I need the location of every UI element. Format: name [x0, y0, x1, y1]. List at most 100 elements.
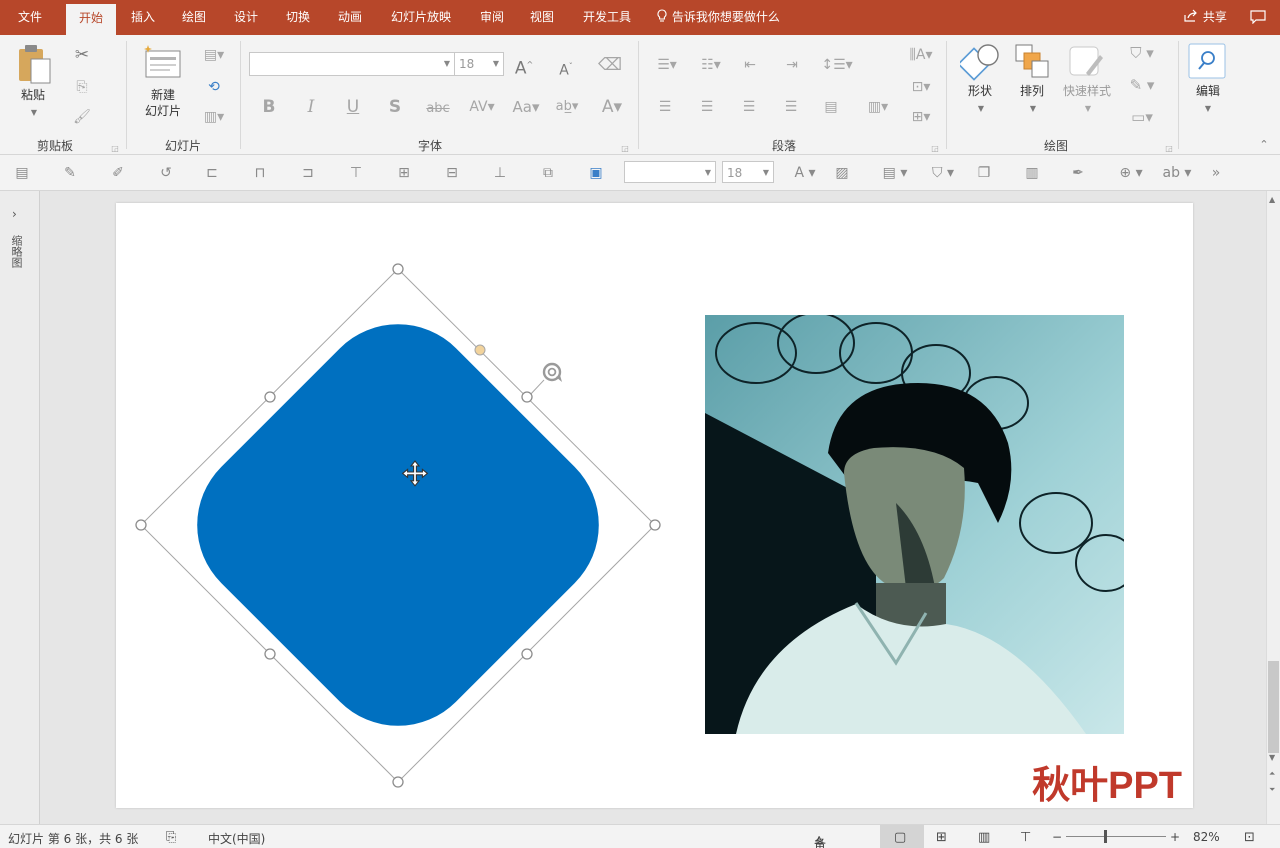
eyedropper-icon[interactable]: ✒ — [1068, 163, 1088, 183]
text-highlight-icon[interactable]: ▨ — [832, 163, 852, 183]
format-painter-icon[interactable]: 🖌 — [70, 107, 94, 127]
distributed-icon[interactable]: ▤ — [820, 97, 842, 117]
scroll-down-icon[interactable]: ▼ — [1269, 753, 1275, 762]
arrange-dropdown-icon[interactable]: ▼ — [1027, 99, 1039, 119]
new-slide-label-1[interactable]: 新建 — [134, 88, 192, 103]
align-right-icon[interactable]: ☰ — [738, 97, 760, 117]
resize-handle-top-right[interactable] — [521, 391, 533, 403]
increase-font-icon[interactable]: A^ — [512, 55, 536, 79]
reset-icon[interactable]: ⟲ — [200, 77, 228, 97]
resize-handle-top-left[interactable] — [264, 391, 276, 403]
search-icon[interactable] — [1188, 43, 1226, 79]
resize-handle-bottom-left[interactable] — [264, 648, 276, 660]
tab-view[interactable]: 视图 — [520, 0, 564, 35]
layout-icon[interactable]: ▤▾ — [200, 45, 228, 65]
shapes-dropdown-icon[interactable]: ▼ — [975, 99, 987, 119]
scroll-up-icon[interactable]: ▲ — [1269, 195, 1275, 204]
change-case-icon[interactable]: Aa▾ — [510, 97, 542, 117]
language-status[interactable]: 中文(中国) — [208, 830, 265, 847]
tab-file[interactable]: 文件 — [0, 0, 60, 35]
zoom-out-icon[interactable]: − — [1052, 830, 1062, 844]
save-icon[interactable]: ▣ — [586, 163, 606, 183]
cut-icon[interactable]: ✂ — [70, 45, 94, 65]
text-box-icon[interactable]: ▤ — [12, 163, 32, 183]
smartart-icon[interactable]: ⊞▾ — [906, 107, 936, 127]
text-direction-icon[interactable]: ⫼A▾ — [906, 45, 936, 65]
zoom-slider-thumb[interactable] — [1104, 830, 1107, 843]
font-name-combo[interactable]: ▼ — [249, 52, 455, 76]
shapes-icon[interactable] — [960, 43, 1002, 81]
decrease-indent-icon[interactable]: ⇤ — [738, 55, 762, 75]
font-color-icon[interactable]: A▾ — [596, 97, 628, 117]
font-size-combo[interactable]: 18 ▼ — [454, 52, 504, 76]
increase-indent-icon[interactable]: ⇥ — [780, 55, 804, 75]
tab-animations[interactable]: 动画 — [328, 0, 372, 35]
shape-fill-icon[interactable]: ⛉ ▾ — [926, 163, 960, 183]
clear-formatting-icon[interactable]: ⌫ — [598, 55, 622, 75]
adjust-handle[interactable] — [474, 344, 486, 356]
paste-label[interactable]: 粘贴 — [10, 88, 56, 103]
justify-icon[interactable]: ☰ — [780, 97, 802, 117]
font-color-icon[interactable]: A ▾ — [788, 163, 822, 183]
quick-styles-label[interactable]: 快速样式 — [1056, 84, 1118, 99]
bring-forward-icon[interactable]: ❐ — [974, 163, 994, 183]
numbering-icon[interactable]: ☷▾ — [694, 55, 728, 75]
rotate-icon[interactable]: ↺ — [156, 163, 176, 183]
merge-shapes-icon[interactable]: ⊕ ▾ — [1114, 163, 1148, 183]
paste-dropdown-icon[interactable]: ▼ — [28, 103, 40, 123]
slideshow-view-icon[interactable]: ⊤ — [1020, 830, 1031, 845]
align-center-icon[interactable]: ⊓ — [250, 163, 270, 183]
bullets-icon[interactable]: ☰▾ — [650, 55, 684, 75]
quick-styles-dropdown-icon[interactable]: ▼ — [1082, 99, 1094, 119]
collapse-ribbon-icon[interactable]: ⌃ — [1256, 135, 1272, 155]
rotate-handle-icon[interactable] — [528, 362, 562, 397]
paste-icon[interactable] — [16, 43, 54, 87]
scrollbar-thumb[interactable] — [1268, 661, 1279, 753]
tab-home[interactable]: 开始 — [66, 4, 116, 35]
new-slide-icon[interactable] — [142, 43, 184, 83]
resize-handle-top[interactable] — [392, 263, 404, 275]
rounded-diamond-shape[interactable] — [163, 290, 633, 760]
quick-styles-icon[interactable] — [1066, 43, 1106, 81]
align-text-icon[interactable]: ⊡▾ — [906, 77, 936, 97]
align-top-icon[interactable]: ⊤ — [346, 163, 366, 183]
resize-handle-right[interactable] — [649, 519, 661, 531]
editing-dropdown-icon[interactable]: ▼ — [1202, 99, 1214, 119]
align-left-icon[interactable]: ☰ — [654, 97, 676, 117]
resize-handle-left[interactable] — [135, 519, 147, 531]
brush-icon[interactable]: ✐ — [108, 163, 128, 183]
tab-design[interactable]: 设计 — [224, 0, 268, 35]
shape-outline-icon[interactable]: ✎ ▾ — [1122, 75, 1162, 95]
distribute-icon[interactable]: ⊟ — [442, 163, 462, 183]
resize-handle-bottom[interactable] — [392, 776, 404, 788]
fit-to-window-icon[interactable]: ⊡ — [1244, 830, 1255, 845]
strikethrough-icon[interactable]: abc — [424, 99, 452, 119]
zoom-level[interactable]: 82% — [1193, 830, 1220, 844]
chart-icon[interactable]: ▥ — [1022, 163, 1042, 183]
copy-icon[interactable]: ⎘ — [70, 77, 94, 97]
zoom-slider-track[interactable] — [1066, 836, 1166, 837]
shape-effects-icon[interactable]: ▭▾ — [1122, 107, 1162, 127]
comments-icon[interactable] — [1250, 10, 1266, 24]
align-right-icon[interactable]: ⊐ — [298, 163, 318, 183]
arrange-label[interactable]: 排列 — [1008, 84, 1056, 99]
next-slide-icon[interactable]: ⏷ — [1269, 785, 1275, 795]
tell-me-search[interactable]: 告诉我你想要做什么 — [656, 0, 780, 35]
share-button[interactable]: 共享 — [1183, 0, 1227, 35]
align-center-icon[interactable]: ☰ — [696, 97, 718, 117]
format-painter-icon[interactable]: ✎ — [60, 163, 80, 183]
align-middle-icon[interactable]: ⊞ — [394, 163, 414, 183]
arrange-icon[interactable] — [1014, 43, 1052, 81]
line-spacing-icon[interactable]: ↕☰▾ — [820, 55, 854, 75]
character-spacing-icon[interactable]: AV▾ — [466, 97, 498, 117]
text-box-style-icon[interactable]: ▤ ▾ — [878, 163, 912, 183]
slide-canvas[interactable]: 秋叶PPT — [116, 203, 1193, 808]
portrait-photo[interactable] — [705, 313, 1136, 734]
tab-insert[interactable]: 插入 — [122, 0, 164, 35]
tab-draw[interactable]: 绘图 — [172, 0, 216, 35]
vertical-scrollbar[interactable]: ▲ ▼ ⏶ ⏷ — [1266, 191, 1280, 824]
tab-review[interactable]: 审阅 — [470, 0, 514, 35]
resize-handle-bottom-right[interactable] — [521, 648, 533, 660]
align-bottom-icon[interactable]: ⊥ — [490, 163, 510, 183]
decrease-font-icon[interactable]: Aˇ — [554, 57, 578, 81]
